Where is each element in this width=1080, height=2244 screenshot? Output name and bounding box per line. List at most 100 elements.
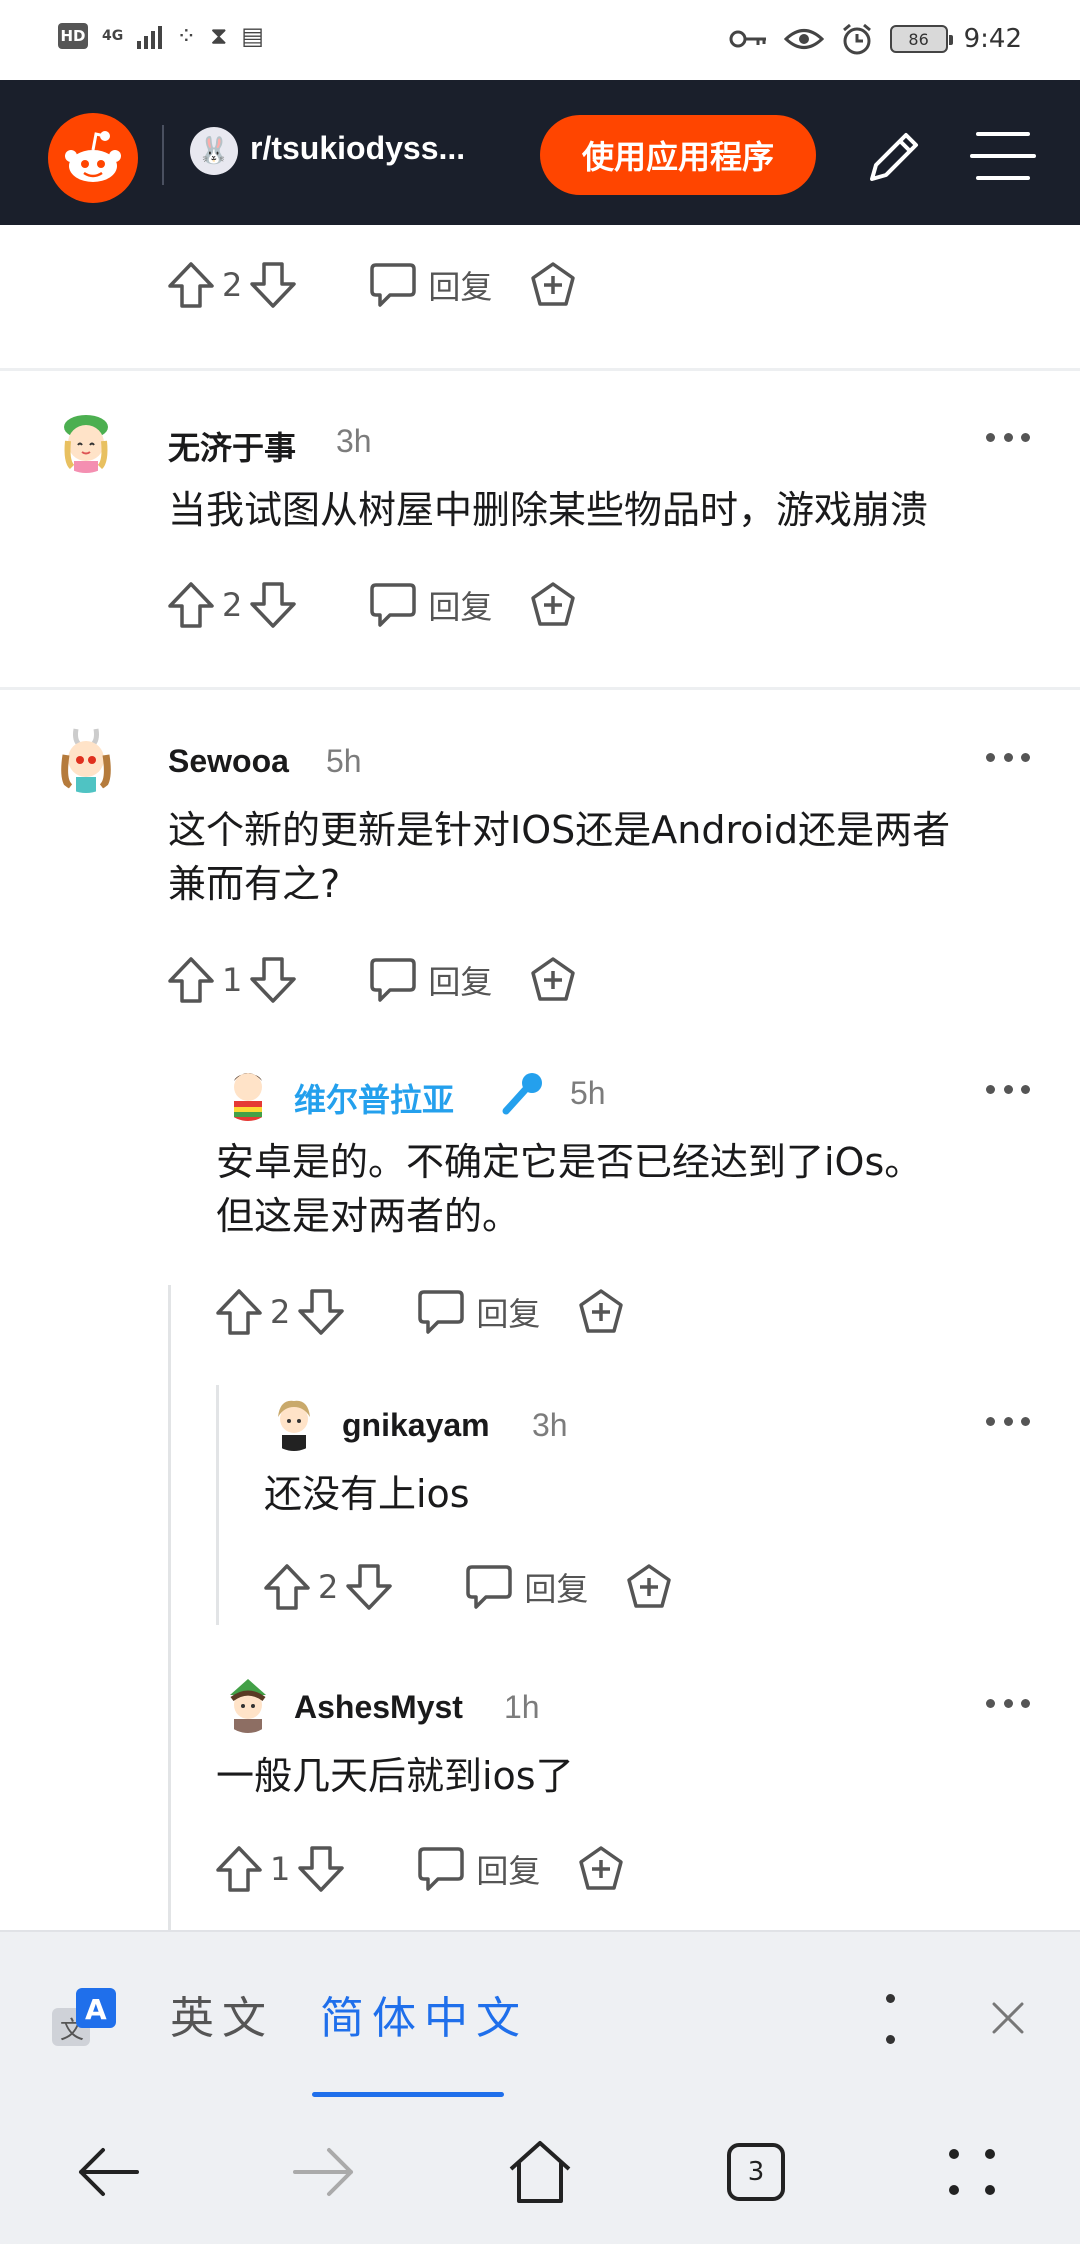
vote-count: 2 [318, 1568, 339, 1606]
avatar[interactable] [220, 1677, 276, 1733]
active-tab-indicator [312, 2092, 504, 2097]
comment-actions: 2 回复 [262, 1557, 674, 1617]
comment: 无济于事 3h 当我试图从树屋中删除某些物品时，游戏崩溃 2 回复 [0, 375, 1080, 695]
downvote-button[interactable] [248, 955, 298, 1005]
vote-count: 2 [222, 586, 243, 624]
username[interactable]: gnikayam [342, 1407, 490, 1444]
tab-count: 3 [727, 2143, 785, 2201]
translate-icon[interactable]: 文 A [50, 1986, 120, 2050]
battery-icon: 86 [889, 25, 953, 53]
username[interactable]: AshesMyst [294, 1689, 463, 1726]
timestamp: 3h [532, 1407, 568, 1443]
comment-body-line: 这个新的更新是针对IOS还是Android还是两者 [168, 808, 951, 852]
subreddit-avatar[interactable]: 🐰 [190, 127, 238, 175]
upvote-button[interactable] [214, 1844, 264, 1894]
upvote-button[interactable] [214, 1287, 264, 1337]
award-button[interactable] [528, 260, 578, 310]
downvote-button[interactable] [296, 1287, 346, 1337]
comment: 2 回复 [0, 225, 1080, 370]
timestamp: 1h [504, 1689, 540, 1725]
award-button[interactable] [576, 1287, 626, 1337]
comment-actions: 2 回复 [166, 255, 578, 315]
timestamp: 5h [326, 743, 362, 779]
more-options-icon[interactable] [986, 749, 1030, 765]
home-button[interactable] [500, 2134, 580, 2210]
reply-button[interactable]: 回复 [416, 1288, 540, 1336]
reply-button[interactable]: 回复 [416, 1845, 540, 1893]
vote-count: 1 [270, 1850, 291, 1888]
vote-count: 2 [222, 266, 243, 304]
home-icon [509, 2141, 571, 2203]
more-options-icon[interactable] [986, 1695, 1030, 1711]
more-dots-icon [949, 2149, 995, 2195]
sim-card-icon: ▤ [241, 22, 264, 50]
forward-arrow-icon [293, 2148, 353, 2196]
comment-actions: 2 回复 [166, 575, 578, 635]
more-options-icon[interactable] [986, 1413, 1030, 1429]
reddit-logo-icon[interactable] [48, 113, 138, 203]
vote-count: 1 [222, 961, 243, 999]
microphone-icon [502, 1073, 542, 1115]
tab-source-language[interactable]: 英文 [170, 1982, 274, 2046]
more-options-icon[interactable] [986, 1081, 1030, 1097]
timestamp: 5h [570, 1075, 606, 1111]
comment-separator [0, 687, 1080, 690]
username[interactable]: Sewooa [168, 743, 289, 780]
header-divider [162, 125, 164, 185]
downvote-button[interactable] [248, 580, 298, 630]
pencil-icon[interactable] [862, 125, 926, 189]
avatar[interactable] [266, 1395, 322, 1451]
reply-button[interactable]: 回复 [368, 956, 492, 1004]
comment-separator [0, 368, 1080, 371]
comment-body: 还没有上ios [264, 1472, 470, 1516]
upvote-button[interactable] [262, 1562, 312, 1612]
tabs-button[interactable]: 3 [716, 2134, 796, 2210]
hamburger-menu-icon[interactable] [970, 128, 1036, 184]
subreddit-name[interactable]: r/tsukiodyss... [250, 130, 465, 167]
comment-actions: 1 回复 [214, 1839, 626, 1899]
upvote-button[interactable] [166, 580, 216, 630]
reply-button[interactable]: 回复 [464, 1563, 588, 1611]
close-icon[interactable] [988, 1998, 1028, 2038]
reply-button[interactable]: 回复 [368, 261, 492, 309]
clock: 9:42 [963, 24, 1022, 54]
network-type: 4G [102, 27, 124, 44]
downvote-button[interactable] [344, 1562, 394, 1612]
signal-icon [137, 23, 163, 49]
open-app-button[interactable]: 使用应用程序 [540, 115, 816, 195]
award-button[interactable] [624, 1562, 674, 1612]
svg-text:A: A [85, 1993, 107, 2026]
award-button[interactable] [528, 955, 578, 1005]
upvote-button[interactable] [166, 260, 216, 310]
translate-bar: 文 A 英文 简体中文 [0, 1930, 1080, 2100]
avatar[interactable] [52, 405, 120, 473]
translate-more-icon[interactable] [880, 1994, 900, 2044]
reply-comment: AshesMyst 1h 一般几天后就到ios了 1 回复 [0, 1657, 1080, 1907]
alarm-icon [842, 23, 871, 55]
award-button[interactable] [528, 580, 578, 630]
upvote-button[interactable] [166, 955, 216, 1005]
comment-body-line: 安卓是的。不确定它是否已经达到了iOs。 [216, 1140, 923, 1184]
comment-body-line: 但这是对两者的。 [216, 1194, 521, 1238]
reply-button[interactable]: 回复 [368, 581, 492, 629]
browser-nav-bar: 3 [0, 2100, 1080, 2244]
more-options-icon[interactable] [986, 429, 1030, 445]
back-arrow-icon [79, 2148, 139, 2196]
username[interactable]: 维尔普拉亚 [294, 1075, 454, 1121]
hd-icon: HD [58, 23, 88, 49]
more-menu-button[interactable] [932, 2134, 1012, 2210]
award-button[interactable] [576, 1844, 626, 1894]
forward-button[interactable] [284, 2134, 364, 2210]
avatar[interactable] [52, 725, 120, 793]
hourglass-icon: ⧗ [210, 22, 228, 50]
downvote-button[interactable] [296, 1844, 346, 1894]
username[interactable]: 无济于事 [168, 423, 296, 469]
vote-count: 2 [270, 1293, 291, 1331]
key-icon [729, 30, 766, 48]
back-button[interactable] [68, 2134, 148, 2210]
comment-body: 一般几天后就到ios了 [216, 1754, 574, 1798]
tab-target-language[interactable]: 简体中文 [320, 1982, 528, 2046]
downvote-button[interactable] [248, 260, 298, 310]
status-bar: HD 4G ⁘ ⧗ ▤ 86 9:42 [0, 0, 1080, 80]
avatar[interactable] [220, 1065, 276, 1121]
